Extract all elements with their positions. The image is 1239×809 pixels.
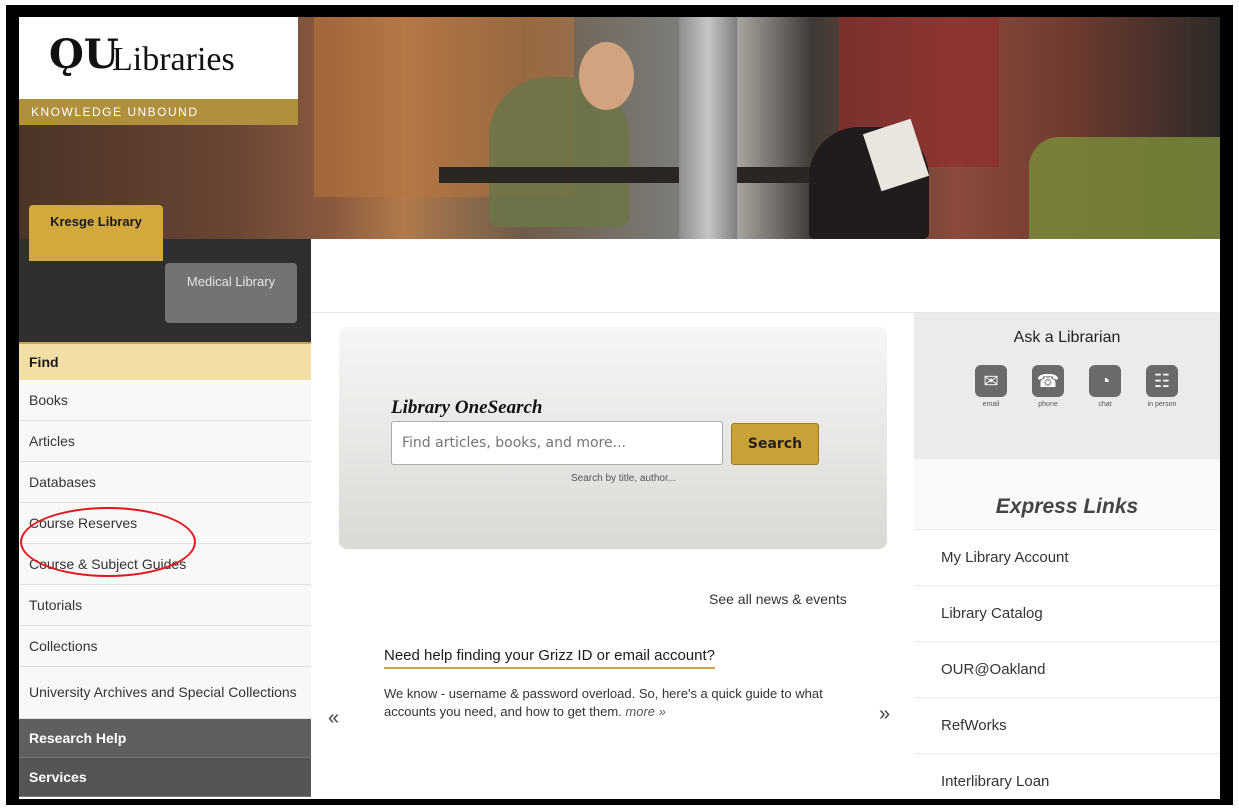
news-body-text: We know - username & password overload. … — [384, 686, 823, 719]
sidebar-heading-find[interactable]: Find — [19, 342, 311, 380]
sidebar-item-university-archives[interactable]: University Archives and Special Collecti… — [19, 667, 311, 719]
express-links-title: Express Links — [914, 459, 1220, 530]
sidebar-nav: Find Books Articles Databases Course Res… — [19, 342, 311, 799]
ask-email-button[interactable]: ✉ email — [970, 365, 1012, 408]
sidebar-item-books[interactable]: Books — [19, 380, 311, 421]
ou-logo-mark: ǪU — [49, 31, 119, 78]
screenshot-frame: ǪU Libraries KNOWLEDGE UNBOUND Kresge Li… — [6, 5, 1233, 805]
phone-icon: ☎ — [1032, 365, 1064, 397]
ask-chat-label: chat — [1098, 401, 1112, 408]
sidebar-heading-services[interactable]: Services — [19, 758, 311, 797]
sidebar-item-tutorials[interactable]: Tutorials — [19, 585, 311, 626]
ou-libraries-logo[interactable]: ǪU Libraries KNOWLEDGE UNBOUND — [19, 17, 298, 125]
logo-name: Libraries — [112, 41, 235, 78]
search-hint: Search by title, author... — [571, 473, 677, 484]
ask-email-label: email — [982, 401, 1000, 408]
onesearch-panel: Library OneSearch Search Search by title… — [339, 327, 887, 549]
express-link-library-catalog[interactable]: Library Catalog — [914, 586, 1220, 642]
tab-medical-library[interactable]: Medical Library — [165, 263, 297, 323]
tab-kresge-library[interactable]: Kresge Library — [29, 205, 163, 261]
express-link-our-oakland[interactable]: OUR@Oakland — [914, 642, 1220, 698]
logo-tagline: KNOWLEDGE UNBOUND — [19, 99, 298, 125]
in-person-icon: ☷ — [1146, 365, 1178, 397]
express-links: Express Links My Library Account Library… — [914, 459, 1220, 799]
ask-chat-button[interactable]: ◔ chat — [1084, 365, 1126, 408]
news-headline-link[interactable]: Need help finding your Grizz ID or email… — [384, 647, 715, 669]
sidebar-item-databases[interactable]: Databases — [19, 462, 311, 503]
express-link-interlibrary-loan[interactable]: Interlibrary Loan — [914, 754, 1220, 799]
express-link-my-library-account[interactable]: My Library Account — [914, 530, 1220, 586]
sidebar-item-course-subject-guides[interactable]: Course & Subject Guides — [19, 544, 311, 585]
news-next-arrow[interactable]: » — [879, 703, 890, 726]
search-input[interactable] — [391, 421, 723, 465]
ask-phone-label: phone — [1038, 401, 1058, 408]
express-link-refworks[interactable]: RefWorks — [914, 698, 1220, 754]
sidebar-heading-research-help[interactable]: Research Help — [19, 719, 311, 758]
sidebar-item-collections[interactable]: Collections — [19, 626, 311, 667]
sidebar-item-course-reserves[interactable]: Course Reserves — [19, 503, 311, 544]
news-body: We know - username & password overload. … — [384, 685, 854, 721]
sidebar-item-articles[interactable]: Articles — [19, 421, 311, 462]
ask-in-person-button[interactable]: ☷ in person — [1141, 365, 1183, 408]
ask-phone-button[interactable]: ☎ phone — [1027, 365, 1069, 408]
email-icon: ✉ — [975, 365, 1007, 397]
content-divider — [311, 302, 1220, 313]
onesearch-title: Library OneSearch — [391, 397, 543, 418]
see-all-news-link[interactable]: See all news & events — [709, 591, 847, 607]
chat-icon: ◔ — [1089, 365, 1121, 397]
news-more-link[interactable]: more » — [625, 704, 665, 719]
page-viewport: ǪU Libraries KNOWLEDGE UNBOUND Kresge Li… — [19, 17, 1220, 799]
ask-a-librarian-box: Ask a Librarian ✉ email ☎ phone ◔ chat ☷… — [914, 313, 1220, 459]
news-prev-arrow[interactable]: « — [328, 707, 339, 730]
search-button[interactable]: Search — [731, 423, 819, 465]
ask-a-librarian-title: Ask a Librarian — [1013, 329, 1121, 346]
ask-in-person-label: in person — [1147, 401, 1177, 408]
